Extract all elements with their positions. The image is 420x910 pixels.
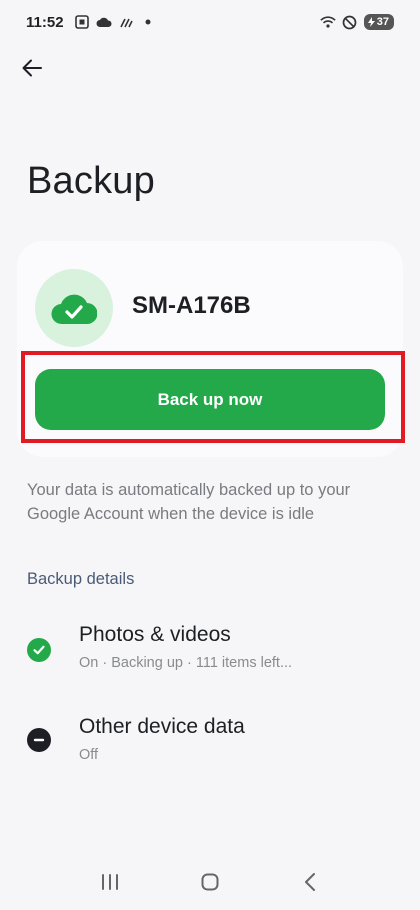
page-title: Backup	[27, 160, 155, 202]
device-name: SM-A176B	[132, 292, 251, 319]
detail-row-other-device-data[interactable]: Other device data Off	[0, 707, 420, 787]
detail-row-title: Other device data	[79, 715, 245, 738]
minus-circle-icon	[27, 728, 51, 752]
home-button[interactable]	[190, 862, 230, 902]
back-button[interactable]	[16, 52, 48, 84]
status-bar-left: 11:52	[26, 14, 156, 31]
battery-indicator: 37	[363, 14, 394, 30]
detail-row-title: Photos & videos	[79, 623, 231, 646]
backup-screen: 11:52 37 Backup SM-A176B Back up now You…	[0, 0, 420, 910]
detail-row-subtitle: Off	[79, 747, 99, 763]
wifi-icon	[320, 14, 336, 30]
backup-card: SM-A176B Back up now	[17, 241, 405, 457]
status-bar: 11:52 37	[0, 0, 420, 44]
check-circle-icon	[27, 638, 51, 662]
cloud-done-icon	[51, 294, 97, 325]
battery-level: 37	[376, 16, 389, 28]
device-avatar	[35, 269, 113, 347]
detail-row-photos-videos[interactable]: Photos & videos On · Backing up · 111 it…	[0, 615, 420, 695]
navigation-bar	[0, 854, 420, 910]
cloud-icon	[96, 14, 112, 30]
weather-icon	[118, 14, 134, 30]
notification-dot-icon	[140, 14, 156, 30]
back-up-now-button[interactable]: Back up now	[35, 369, 385, 430]
chevron-left-icon	[305, 873, 315, 891]
recent-apps-button[interactable]	[90, 862, 130, 902]
backup-details-header: Backup details	[27, 570, 135, 588]
backup-description: Your data is automatically backed up to …	[27, 481, 351, 523]
home-icon	[201, 873, 219, 891]
screenshot-icon	[74, 14, 90, 30]
status-bar-right: 37	[320, 14, 394, 30]
arrow-left-icon	[22, 59, 42, 77]
status-time: 11:52	[26, 13, 64, 31]
charging-bolt-icon	[367, 17, 375, 27]
recent-apps-icon	[102, 874, 118, 890]
do-not-disturb-icon	[342, 14, 358, 30]
detail-row-subtitle: On · Backing up · 111 items left...	[79, 655, 293, 671]
nav-back-button[interactable]	[290, 862, 330, 902]
